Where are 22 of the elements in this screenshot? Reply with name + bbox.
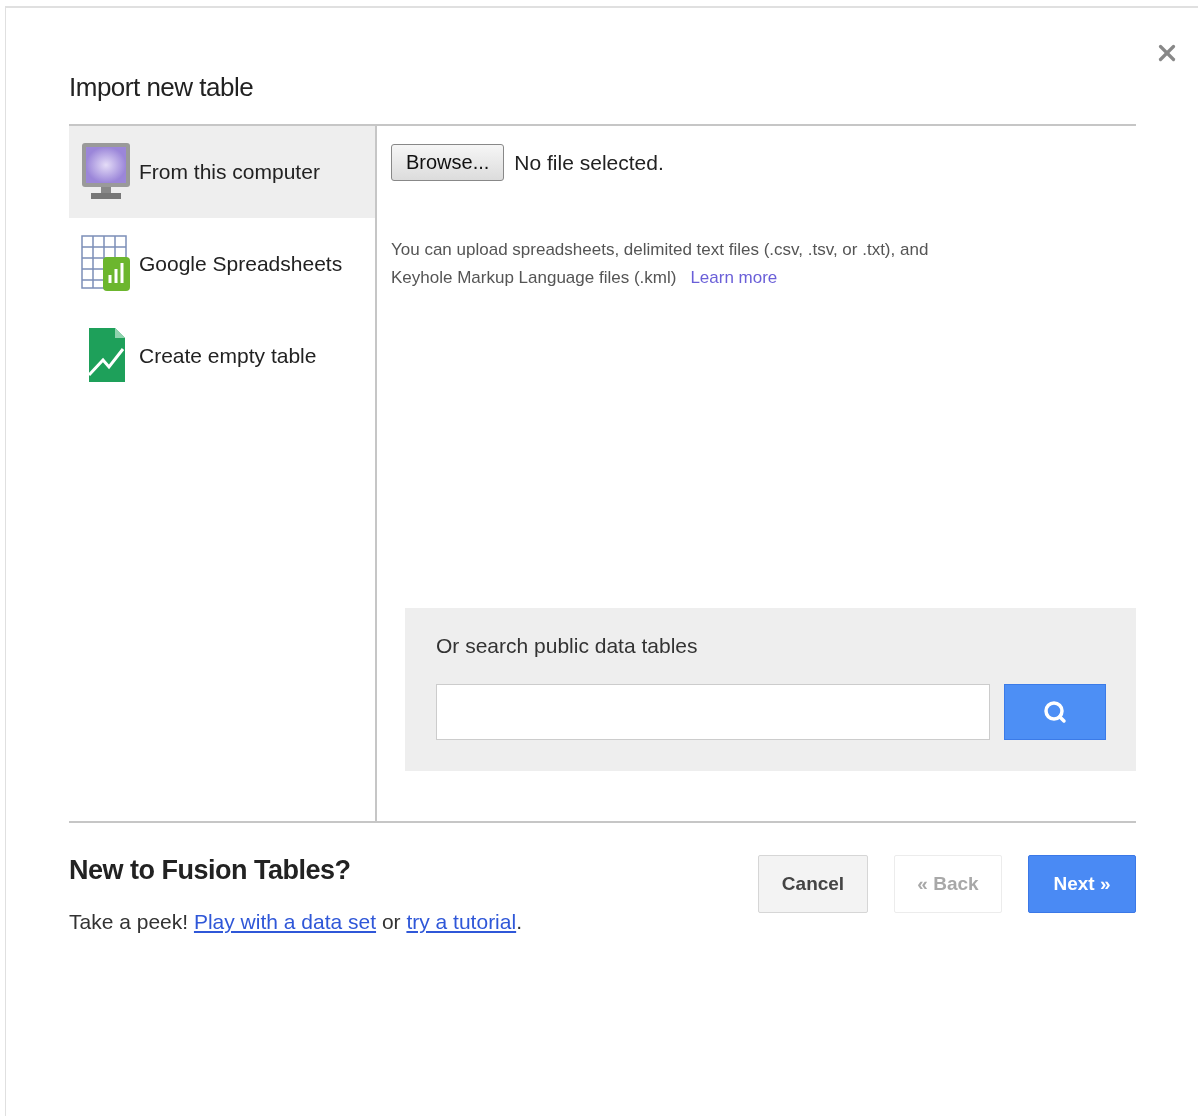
upload-description: You can upload spreadsheets, delimited text files (.csv, .tsv, or .txt), and Keyhole Markup Language files (.kml) Learn more [391, 239, 930, 289]
search-field[interactable] [436, 684, 990, 740]
source-option[interactable]: Google Spreadsheets [69, 218, 375, 310]
intro-sentence: Take a peek! Play with a data set or try a tutorial. [69, 910, 522, 934]
source-option[interactable]: Create empty table [69, 310, 375, 402]
source-label: Google Spreadsheets [139, 252, 343, 276]
search-button[interactable] [1004, 684, 1106, 740]
search-heading: Or search public data tables [436, 634, 699, 658]
monitor-icon [81, 142, 131, 202]
search-icon [1043, 700, 1067, 724]
data-set-link[interactable]: Play with a data set [193, 910, 377, 933]
file-status: No file selected. [514, 150, 664, 175]
footer-heading: New to Fusion Tables? [69, 855, 352, 886]
source-label: Create empty table [139, 344, 317, 368]
source-option[interactable]: From this computer [69, 126, 375, 218]
browse-button[interactable]: Browse... [391, 144, 505, 181]
tutorial-link[interactable]: try a tutorial [406, 910, 517, 933]
dialog-title: Import new table [69, 71, 255, 104]
dialog-button[interactable]: Cancel [758, 855, 868, 913]
source-label: From this computer [139, 160, 320, 184]
learn-more-link[interactable]: Learn more [690, 268, 778, 287]
spreadsheet-icon [81, 235, 131, 293]
